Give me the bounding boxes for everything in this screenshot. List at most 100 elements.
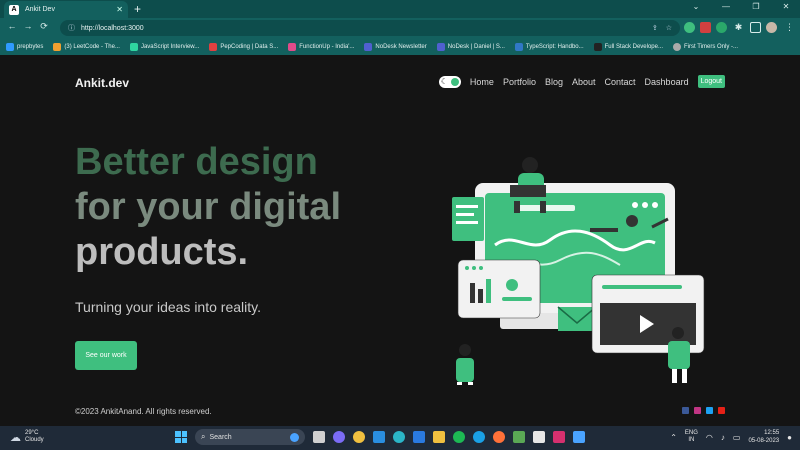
teams-chat-icon[interactable] [333, 431, 345, 443]
bookmark-item[interactable]: PepCoding | Data S... [209, 42, 279, 51]
instagram-app-icon[interactable] [553, 431, 565, 443]
forward-icon[interactable]: → [22, 21, 34, 31]
taskbar-search[interactable]: ⌕ Search [195, 429, 305, 445]
close-window-icon[interactable]: ✕ [778, 2, 794, 11]
bookmark-item[interactable]: FunctionUp - India'... [288, 42, 355, 51]
share-icon[interactable]: ⇪ [652, 24, 658, 32]
taskbar-apps: ⌕ Search [175, 429, 585, 445]
bookmark-item[interactable]: NoDesk Newsletter [364, 42, 427, 51]
side-panel-icon[interactable] [750, 22, 761, 33]
bookmark-favicon-icon [209, 42, 218, 51]
tab-strip: A Ankit Dev ✕ + ⌄ — ❐ ✕ [0, 0, 800, 18]
clock[interactable]: 12:55 05-08-2023 [748, 429, 779, 445]
grammarly-extension-icon[interactable] [684, 22, 695, 33]
bookmark-label: FunctionUp - India'... [299, 43, 355, 50]
clock-time: 12:55 [764, 430, 780, 436]
weather-widget[interactable]: ☁ 29°C Cloudy [10, 430, 44, 444]
profile-avatar[interactable] [766, 22, 777, 33]
see-our-work-button[interactable]: See our work [75, 341, 137, 370]
chevron-up-icon[interactable]: ⌃ [670, 433, 677, 442]
minimize-icon[interactable]: — [718, 2, 734, 11]
bookmark-label: Full Stack Develope... [604, 43, 663, 50]
vscode-icon[interactable] [373, 431, 385, 443]
bookmark-label: prepbytes [17, 43, 44, 50]
wifi-icon[interactable]: ◠ [706, 433, 713, 442]
hero-line-3: products. [75, 231, 249, 273]
instagram-icon[interactable] [694, 407, 701, 414]
mail-icon[interactable] [413, 431, 425, 443]
bookmark-item[interactable]: prepbytes [6, 42, 44, 51]
bookmark-favicon-icon [364, 42, 373, 51]
bookmark-favicon-icon [514, 42, 523, 51]
close-tab-icon[interactable]: ✕ [116, 5, 123, 14]
firefox-icon[interactable] [493, 431, 505, 443]
search-icon: ⌕ [201, 432, 206, 441]
bookmark-star-icon[interactable]: ☆ [666, 24, 672, 32]
chevron-down-icon[interactable]: ⌄ [688, 2, 704, 11]
bing-icon [290, 432, 299, 442]
bookmark-label: NoDesk | Daniel | S... [447, 43, 505, 50]
screen: A Ankit Dev ✕ + ⌄ — ❐ ✕ ← → ⟳ ⓘ http://l… [0, 0, 800, 450]
cloud-icon: ☁ [10, 431, 21, 444]
site-nav: ☾ Home Portfolio Blog About Contact Dash… [438, 75, 725, 88]
skype-icon[interactable] [473, 431, 485, 443]
extension-green-icon[interactable] [716, 22, 727, 33]
footer-copyright: ©2023 AnkitAnand. All rights reserved. [75, 407, 212, 416]
file-explorer-icon[interactable] [433, 431, 445, 443]
nav-about[interactable]: About [572, 77, 596, 87]
spotify-icon[interactable] [453, 431, 465, 443]
bookmark-item[interactable]: NoDesk | Daniel | S... [436, 42, 505, 51]
bookmark-favicon-icon [672, 42, 681, 51]
facebook-icon[interactable] [682, 407, 689, 414]
restore-icon[interactable]: ❐ [748, 2, 764, 11]
site-favicon-icon: A [9, 4, 19, 15]
reload-icon[interactable]: ⟳ [38, 21, 50, 32]
url-text[interactable]: http://localhost:3000 [81, 25, 644, 32]
address-bar[interactable]: ⓘ http://localhost:3000 ⇪ ☆ [60, 20, 680, 36]
hero-heading: Better design for your digital products. [75, 140, 341, 275]
bookmark-item[interactable]: (3) LeetCode - The... [53, 42, 120, 51]
hero-line-2: for your digital [75, 186, 341, 228]
weather-temp: 29°C [25, 430, 39, 436]
bookmark-item[interactable]: JavaScript Interview... [129, 42, 199, 51]
chrome-icon[interactable] [353, 431, 365, 443]
browser-tab[interactable]: A Ankit Dev ✕ [4, 1, 128, 18]
bookmark-item[interactable]: Full Stack Develope... [593, 42, 663, 51]
language-indicator[interactable]: ENG IN [685, 430, 698, 444]
site-info-icon[interactable]: ⓘ [68, 23, 75, 33]
site-brand[interactable]: Ankit.dev [75, 76, 129, 90]
node-icon[interactable] [513, 431, 525, 443]
task-view-icon[interactable] [313, 431, 325, 443]
new-tab-icon[interactable]: + [134, 2, 141, 16]
nav-home[interactable]: Home [470, 77, 494, 87]
logout-button[interactable]: Logout [697, 75, 725, 88]
battery-icon[interactable]: ▭ [733, 433, 741, 442]
bookmarks-bar: prepbytes (3) LeetCode - The... JavaScri… [0, 38, 800, 55]
nav-dashboard[interactable]: Dashboard [645, 77, 689, 87]
nav-blog[interactable]: Blog [545, 77, 563, 87]
bookmark-favicon-icon [436, 42, 445, 51]
windows-start-icon[interactable] [175, 431, 187, 443]
toggle-knob [450, 77, 459, 86]
search-label: Search [209, 433, 232, 441]
puzzle-extensions-icon[interactable]: ✱ [733, 22, 744, 33]
bookmark-label: PepCoding | Data S... [220, 43, 279, 50]
system-tray: ⌃ ENG IN ◠ ♪ ▭ 12:55 05-08-2023 ● [670, 429, 792, 445]
bookmark-item[interactable]: First Timers Only -... [672, 42, 738, 51]
hero-line-1: Better design [75, 141, 318, 183]
notification-icon[interactable]: ● [787, 433, 792, 442]
menu-kebab-icon[interactable]: ⋮ [784, 22, 795, 33]
bookmark-item[interactable]: TypeScript: Handbo... [514, 42, 584, 51]
extension-red-icon[interactable] [700, 22, 711, 33]
back-icon[interactable]: ← [6, 21, 18, 31]
app-icon[interactable] [573, 431, 585, 443]
nav-contact[interactable]: Contact [605, 77, 636, 87]
theme-toggle[interactable]: ☾ [438, 75, 461, 88]
edge-icon[interactable] [393, 431, 405, 443]
twitter-icon[interactable] [706, 407, 713, 414]
nav-portfolio[interactable]: Portfolio [503, 77, 536, 87]
youtube-icon[interactable] [718, 407, 725, 414]
language-code: ENG [684, 430, 698, 436]
volume-icon[interactable]: ♪ [721, 433, 725, 442]
store-icon[interactable] [533, 431, 545, 443]
